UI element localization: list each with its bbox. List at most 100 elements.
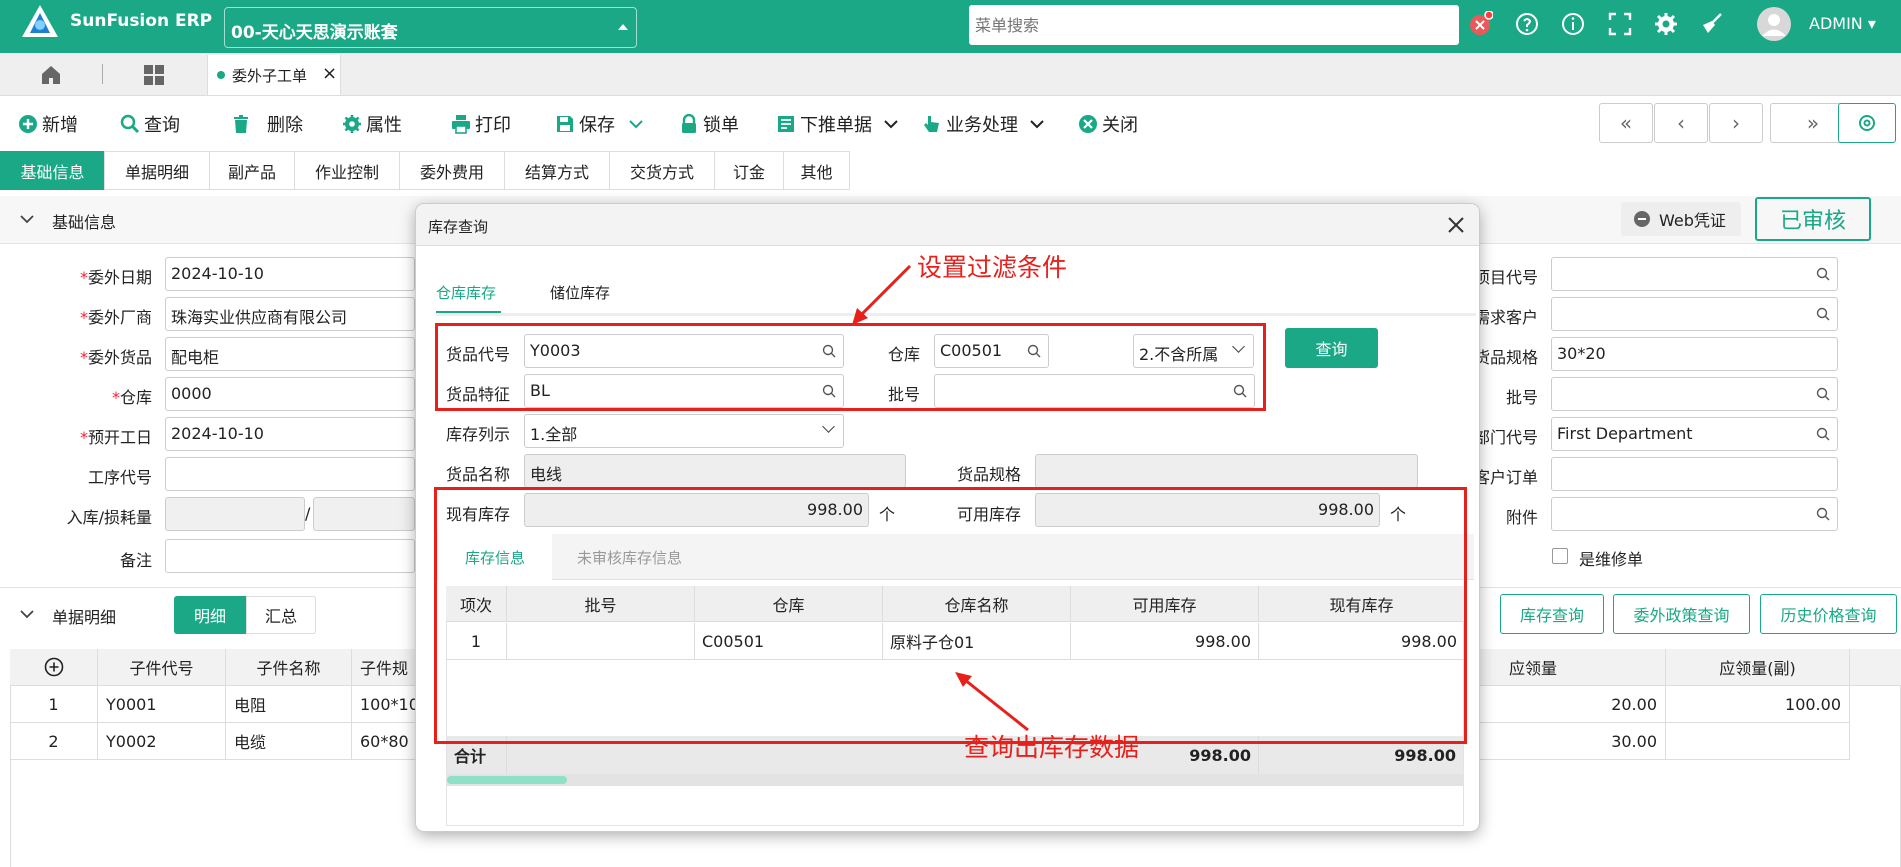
broom-icon[interactable] xyxy=(1699,11,1725,37)
home-icon[interactable] xyxy=(40,64,62,86)
form-tab-operation[interactable]: 作业控制 xyxy=(294,151,400,190)
table-cell-spec[interactable]: 100*10 xyxy=(352,686,422,723)
web-voucher-button[interactable]: Web凭证 xyxy=(1621,202,1741,236)
field-label: *委外货品 xyxy=(79,348,152,367)
project-code-input[interactable] xyxy=(1551,257,1838,291)
fullscreen-icon[interactable] xyxy=(1607,11,1633,37)
price-history-button[interactable]: 历史价格查询 xyxy=(1760,594,1897,634)
item-spec-input[interactable]: 30*20 xyxy=(1551,337,1838,371)
account-select[interactable]: 00-天心天思演示账套 xyxy=(224,7,637,48)
business-process-label: 业务处理 xyxy=(946,115,1018,136)
customer-order-input[interactable] xyxy=(1551,457,1838,491)
chevron-down-icon[interactable] xyxy=(1030,119,1044,129)
info-icon[interactable] xyxy=(1560,11,1586,37)
search-icon[interactable] xyxy=(1816,507,1830,521)
add-row-cell[interactable] xyxy=(10,649,98,686)
form-tab-basic[interactable]: 基础信息 xyxy=(0,151,105,190)
floppy-disk-icon xyxy=(557,116,573,132)
search-icon[interactable] xyxy=(1816,307,1830,321)
form-tab-other[interactable]: 其他 xyxy=(783,151,850,190)
add-row-icon[interactable] xyxy=(44,657,64,677)
form-tab-fee[interactable]: 委外费用 xyxy=(399,151,505,190)
tab-location-stock[interactable]: 储位库存 xyxy=(550,282,610,303)
search-icon[interactable] xyxy=(1816,387,1830,401)
scrollbar-thumb[interactable] xyxy=(447,776,567,784)
notification-icon[interactable] xyxy=(1467,11,1493,37)
form-tab-deposit[interactable]: 订金 xyxy=(714,151,784,190)
warehouse-input[interactable]: 0000 xyxy=(165,377,415,411)
add-button[interactable]: 新增 xyxy=(18,112,78,136)
batch-input[interactable] xyxy=(1551,377,1838,411)
print-button[interactable]: 打印 xyxy=(451,112,511,136)
collapse-chevron-icon[interactable] xyxy=(20,609,34,619)
chevron-down-icon[interactable] xyxy=(884,119,898,129)
caret-up-icon xyxy=(618,24,628,30)
chevron-left-icon: ‹ xyxy=(1677,111,1685,135)
table-cell-code[interactable]: Y0002 xyxy=(98,723,226,760)
push-down-button[interactable]: 下推单据 xyxy=(776,112,898,136)
close-icon[interactable] xyxy=(1447,216,1465,234)
table-cell-code[interactable]: Y0001 xyxy=(98,686,226,723)
query-button[interactable]: 查询 xyxy=(120,112,180,136)
prev-record-button[interactable]: ‹ xyxy=(1654,103,1708,143)
form-tab-detail[interactable]: 单据明细 xyxy=(104,151,210,190)
col-header[interactable]: 子件规 xyxy=(352,649,422,686)
next-record-button[interactable]: › xyxy=(1709,103,1763,143)
outsource-policy-button[interactable]: 委外政策查询 xyxy=(1613,594,1750,634)
table-cell-spec[interactable]: 60*80 xyxy=(352,723,422,760)
table-cell-qty2[interactable] xyxy=(1666,723,1850,760)
remark-input[interactable] xyxy=(165,539,415,573)
col-header[interactable]: 子件名称 xyxy=(226,649,352,686)
delete-button[interactable]: 删除 xyxy=(231,112,303,136)
search-icon[interactable] xyxy=(1816,267,1830,281)
printer-icon xyxy=(452,115,470,134)
horizontal-scrollbar[interactable] xyxy=(447,774,1463,786)
business-process-button[interactable]: 业务处理 xyxy=(922,112,1044,136)
query-button[interactable]: 查询 xyxy=(1285,328,1378,368)
chevron-down-icon[interactable] xyxy=(629,119,643,129)
field-label: *预开工日 xyxy=(79,428,152,447)
attachment-input[interactable] xyxy=(1551,497,1838,531)
col-header[interactable]: 应领量(副) xyxy=(1666,649,1850,686)
user-avatar[interactable] xyxy=(1757,7,1791,41)
table-cell-name[interactable]: 电缆 xyxy=(226,723,352,760)
outsource-date-input[interactable]: 2024-10-10 xyxy=(165,257,415,291)
form-tab-delivery[interactable]: 交货方式 xyxy=(609,151,715,190)
menu-search-input[interactable] xyxy=(969,5,1459,45)
save-button[interactable]: 保存 xyxy=(555,112,643,136)
table-cell-name[interactable]: 电阻 xyxy=(226,686,352,723)
col-header[interactable]: 子件代号 xyxy=(98,649,226,686)
department-code-input[interactable]: First Department xyxy=(1551,417,1838,451)
lock-button[interactable]: 锁单 xyxy=(679,112,739,136)
user-name[interactable]: ADMIN ▾ xyxy=(1809,14,1876,33)
vendor-input[interactable]: 珠海实业供应商有限公司 xyxy=(165,297,415,331)
help-icon[interactable] xyxy=(1514,11,1540,37)
tab-outsource-suborder[interactable]: 委外子工单 × xyxy=(207,55,341,95)
demand-customer-input[interactable] xyxy=(1551,297,1838,331)
delete-label: 删除 xyxy=(267,115,303,136)
detail-view-toggle[interactable]: 明细 xyxy=(174,596,246,634)
table-cell-qty2[interactable]: 100.00 xyxy=(1666,686,1850,723)
process-code-input[interactable] xyxy=(165,457,415,491)
settings-gear-icon[interactable] xyxy=(1653,11,1679,37)
inventory-query-button[interactable]: 库存查询 xyxy=(1500,594,1604,634)
outsource-item-input[interactable]: 配电柜 xyxy=(165,337,415,371)
item-spec-label: 货品规格 xyxy=(957,465,1022,484)
inbound-qty-input[interactable] xyxy=(165,497,305,531)
plan-start-date-input[interactable]: 2024-10-10 xyxy=(165,417,415,451)
repair-order-checkbox[interactable] xyxy=(1552,548,1568,564)
properties-button[interactable]: 属性 xyxy=(342,112,402,136)
collapse-chevron-icon[interactable] xyxy=(20,214,34,224)
summary-view-toggle[interactable]: 汇总 xyxy=(246,596,316,634)
form-tab-settlement[interactable]: 结算方式 xyxy=(504,151,610,190)
close-icon[interactable]: × xyxy=(322,63,337,84)
first-record-button[interactable]: « xyxy=(1599,103,1653,143)
grid-apps-icon[interactable] xyxy=(143,64,165,86)
search-icon[interactable] xyxy=(1816,427,1830,441)
tab-warehouse-stock[interactable]: 仓库库存 xyxy=(436,282,496,303)
form-tab-byproduct[interactable]: 副产品 xyxy=(209,151,295,190)
loss-qty-input[interactable] xyxy=(313,497,415,531)
close-button[interactable]: 关闭 xyxy=(1078,112,1138,136)
page-settings-button[interactable] xyxy=(1838,103,1896,143)
list-mode-select[interactable]: 1.全部 xyxy=(524,414,844,448)
